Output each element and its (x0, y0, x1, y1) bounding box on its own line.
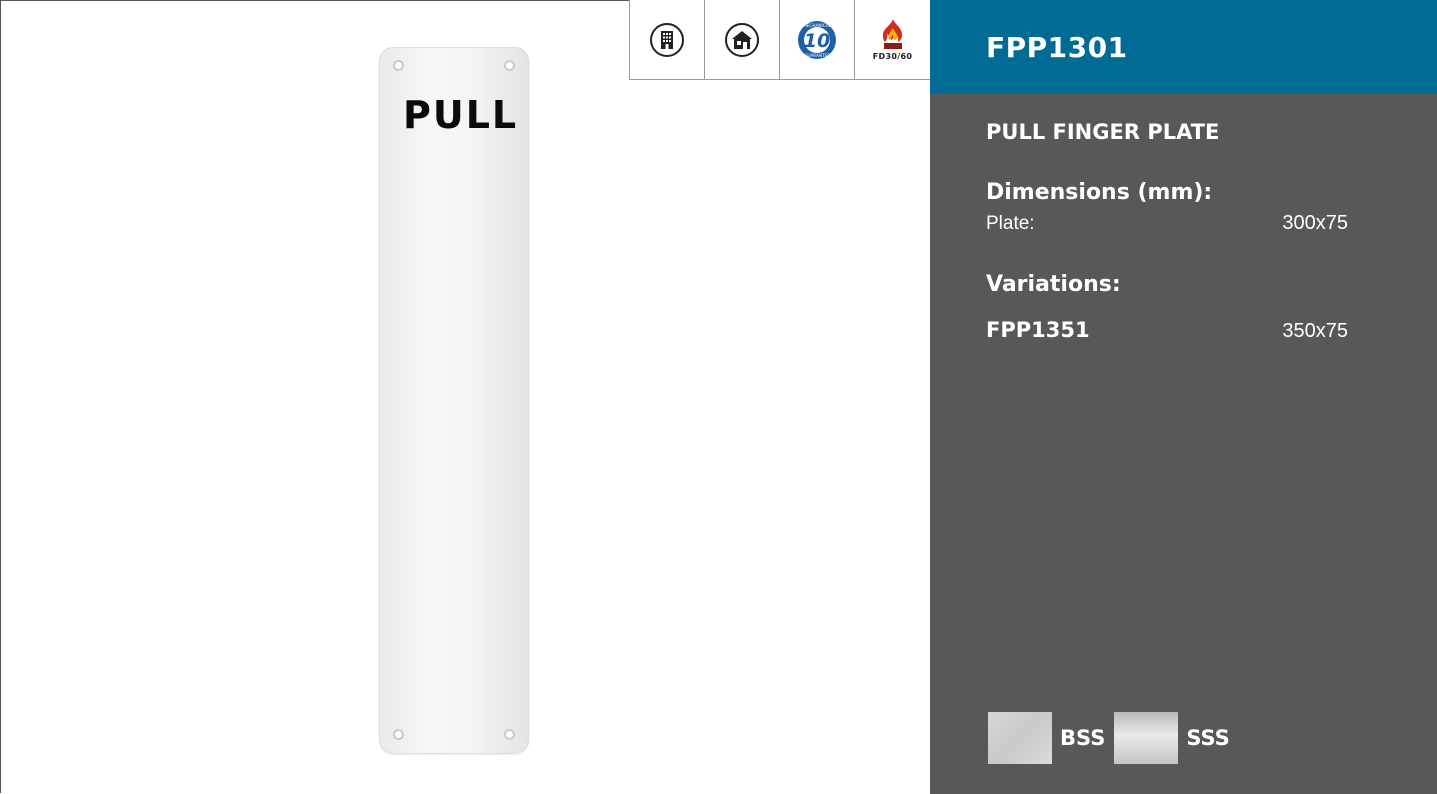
screw-hole (393, 60, 404, 71)
finish-swatch-bss (988, 712, 1052, 764)
screw-hole (393, 729, 404, 740)
svg-text:MECHANICAL: MECHANICAL (803, 23, 831, 28)
certification-icons: 10 MECHANICAL GUARANTEE FD30/60 (629, 0, 930, 80)
fire-rated-icon: FD30/60 (855, 0, 930, 79)
finish-swatch-sss (1114, 712, 1179, 764)
product-code: FPP1301 (986, 30, 1128, 64)
dimensions-heading: Dimensions (mm): (986, 180, 1213, 205)
product-name: PULL FINGER PLATE (986, 120, 1220, 144)
screw-hole (504, 729, 515, 740)
plate-engraving: PULL (403, 93, 519, 137)
finger-plate-image: PULL (379, 47, 529, 754)
commercial-building-icon (630, 0, 705, 79)
finish-label-bss: BSS (1060, 726, 1106, 750)
screw-hole (504, 60, 515, 71)
product-image-area: PULL 10 MECHANICAL GUARANTEE FD30/60 (0, 0, 930, 794)
variations-heading: Variations: (986, 272, 1121, 297)
svg-text:10: 10 (804, 30, 830, 52)
finish-options: BSS SSS (988, 712, 1239, 764)
residential-house-icon (705, 0, 780, 79)
finish-label-sss: SSS (1186, 726, 1230, 750)
mechanical-guarantee-icon: 10 MECHANICAL GUARANTEE (780, 0, 855, 79)
dimension-row: Plate: 300x75 (986, 212, 1348, 235)
product-info-panel: FPP1301 PULL FINGER PLATE Dimensions (mm… (930, 0, 1437, 794)
svg-text:GUARANTEE: GUARANTEE (804, 53, 830, 58)
fire-rating-label: FD30/60 (872, 52, 913, 61)
panel-header: FPP1301 (930, 0, 1437, 94)
variation-code: FPP1351 (986, 318, 1090, 342)
variation-row: FPP1351 350x75 (986, 318, 1348, 343)
dimension-value: 300x75 (1282, 212, 1348, 234)
variation-value: 350x75 (1282, 320, 1348, 342)
dimension-label: Plate: (986, 213, 1035, 234)
